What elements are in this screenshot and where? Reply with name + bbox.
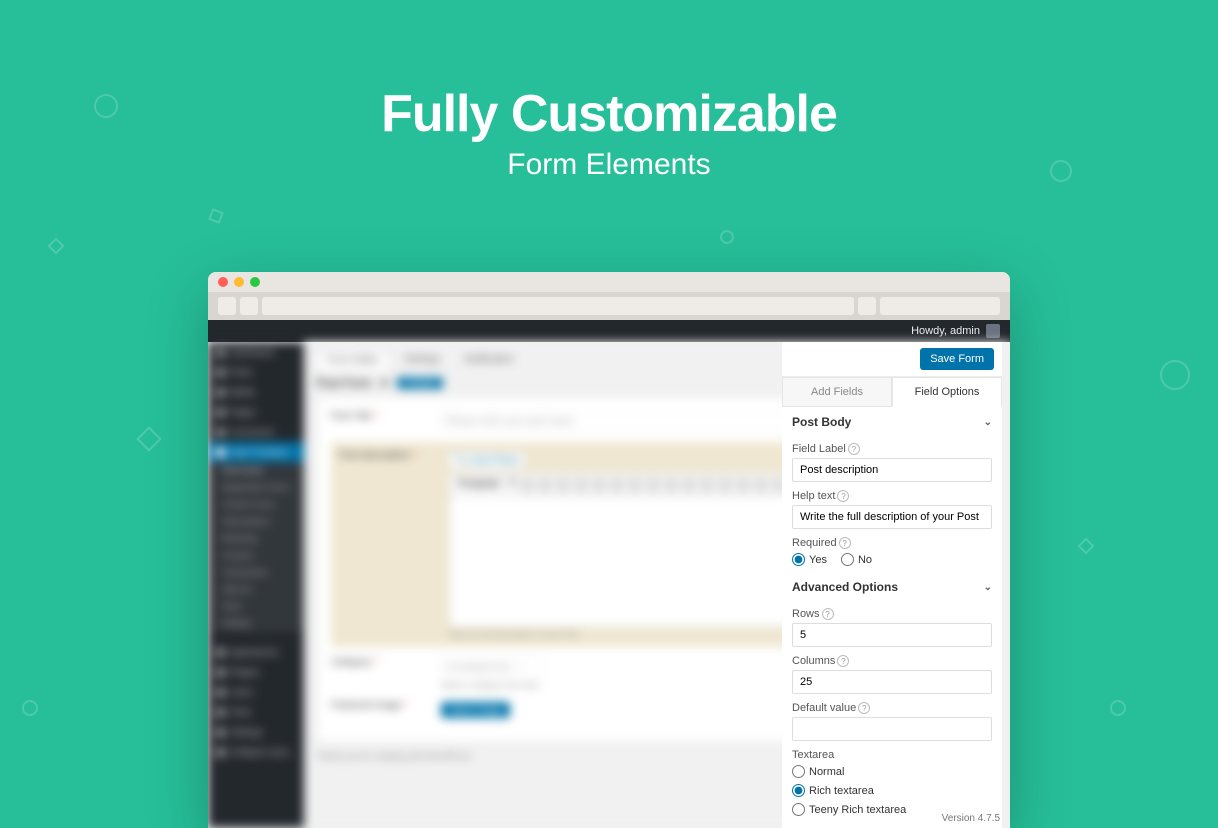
minimize-icon[interactable] bbox=[234, 277, 244, 287]
field-label-input[interactable] bbox=[792, 458, 992, 482]
chevron-down-icon: ⌄ bbox=[984, 417, 992, 428]
howdy-text[interactable]: Howdy, admin bbox=[911, 325, 980, 337]
section-title: Post Body bbox=[792, 415, 851, 429]
help-text-input[interactable] bbox=[792, 505, 992, 529]
comment-icon bbox=[216, 428, 225, 437]
browser-btn[interactable] bbox=[218, 297, 236, 315]
field-options-panel: Save Form Add Fields Field Options Post … bbox=[782, 342, 1002, 828]
help-icon[interactable]: ? bbox=[839, 537, 851, 549]
section-post-body[interactable]: Post Body ⌄ bbox=[792, 407, 992, 435]
section-advanced[interactable]: Advanced Options ⌄ bbox=[792, 572, 992, 600]
help-icon[interactable]: ? bbox=[837, 655, 849, 667]
default-value-label: Default value? bbox=[792, 702, 992, 714]
avatar-icon[interactable] bbox=[986, 324, 1000, 338]
textarea-normal[interactable]: Normal bbox=[792, 765, 992, 778]
pin-icon bbox=[216, 368, 225, 377]
version-text: Version 4.7.5 bbox=[942, 813, 1000, 824]
required-no[interactable]: No bbox=[841, 553, 872, 566]
tools-icon bbox=[216, 708, 225, 717]
help-icon[interactable]: ? bbox=[858, 702, 870, 714]
dashboard-icon bbox=[216, 348, 225, 357]
frontend-icon bbox=[216, 448, 225, 457]
browser-tabbar bbox=[208, 292, 1010, 320]
required-yes[interactable]: Yes bbox=[792, 553, 827, 566]
hero-subtitle: Form Elements bbox=[0, 148, 1218, 182]
hero: Fully Customizable Form Elements bbox=[0, 84, 1218, 182]
wp-admin: Howdy, admin Dashboard Posts Media Pages… bbox=[208, 320, 1010, 828]
rows-input[interactable] bbox=[792, 623, 992, 647]
settings-icon bbox=[216, 728, 225, 737]
help-icon[interactable]: ? bbox=[837, 490, 849, 502]
rows-label: Rows? bbox=[792, 608, 992, 620]
address-bar[interactable] bbox=[262, 297, 854, 315]
textarea-rich[interactable]: Rich textarea bbox=[792, 784, 992, 797]
browser-btn[interactable] bbox=[240, 297, 258, 315]
close-icon[interactable] bbox=[218, 277, 228, 287]
required-label: Required? bbox=[792, 537, 992, 549]
default-value-input[interactable] bbox=[792, 717, 992, 741]
help-icon[interactable]: ? bbox=[848, 443, 860, 455]
browser-btn[interactable] bbox=[858, 297, 876, 315]
tab-add-fields[interactable]: Add Fields bbox=[782, 377, 892, 407]
collapse-icon bbox=[216, 748, 225, 757]
browser-tab[interactable] bbox=[880, 297, 1000, 315]
page-icon bbox=[216, 408, 225, 417]
save-form-button[interactable]: Save Form bbox=[920, 348, 994, 370]
textarea-label: Textarea bbox=[792, 749, 992, 761]
admin-sidebar: Dashboard Posts Media Pages Comments Use… bbox=[208, 342, 304, 828]
tab-field-options[interactable]: Field Options bbox=[892, 377, 1002, 407]
maximize-icon[interactable] bbox=[250, 277, 260, 287]
help-icon[interactable]: ? bbox=[822, 608, 834, 620]
media-icon bbox=[216, 388, 225, 397]
hero-title: Fully Customizable bbox=[0, 84, 1218, 144]
browser-window: Howdy, admin Dashboard Posts Media Pages… bbox=[208, 272, 1010, 828]
users-icon bbox=[216, 688, 225, 697]
window-titlebar bbox=[208, 272, 1010, 292]
chevron-down-icon: ⌄ bbox=[984, 582, 992, 593]
wp-adminbar: Howdy, admin bbox=[208, 320, 1010, 342]
appearance-icon bbox=[216, 648, 225, 657]
plugin-icon bbox=[216, 668, 225, 677]
help-text-label: Help text? bbox=[792, 490, 992, 502]
columns-label: Columns? bbox=[792, 655, 992, 667]
field-label-label: Field Label? bbox=[792, 443, 992, 455]
section-title: Advanced Options bbox=[792, 580, 898, 594]
columns-input[interactable] bbox=[792, 670, 992, 694]
